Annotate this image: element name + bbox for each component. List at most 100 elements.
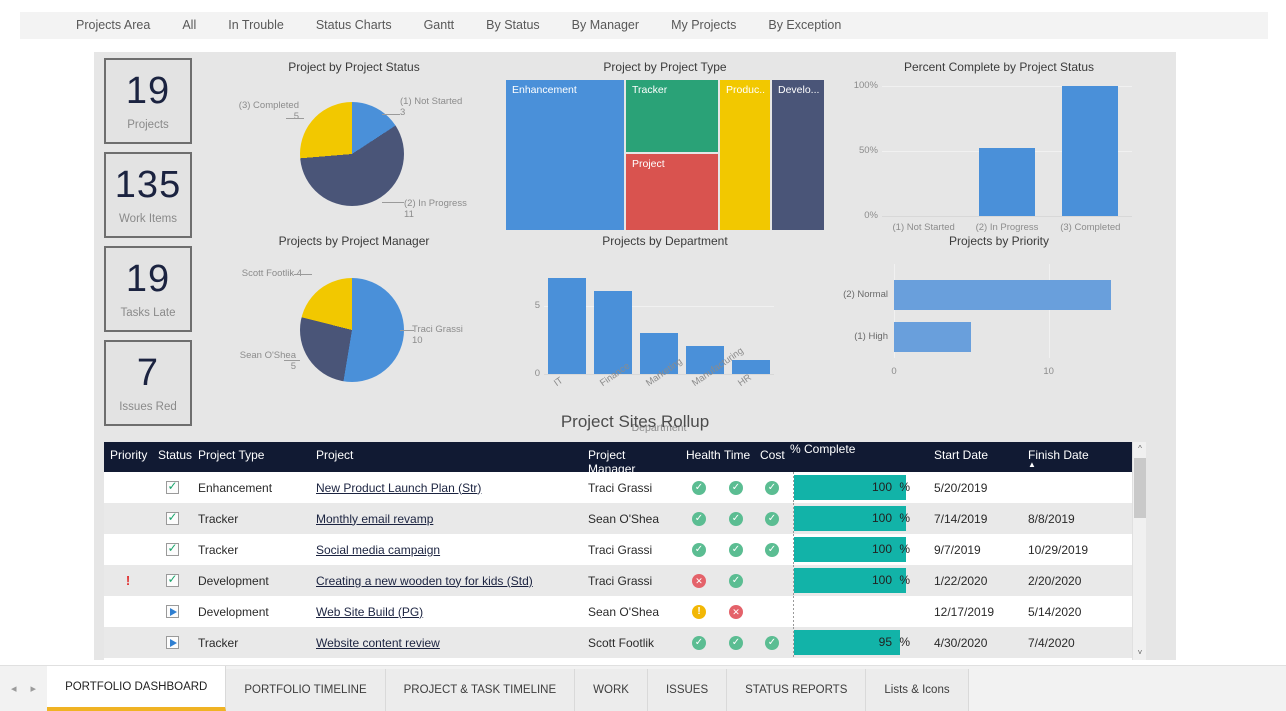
cell-project-manager: Scott Footlik xyxy=(582,627,680,658)
cell-status[interactable] xyxy=(152,503,192,534)
tab-work[interactable]: WORK xyxy=(575,669,648,711)
project-link[interactable]: Web Site Build (PG) xyxy=(316,605,423,619)
cell-cost xyxy=(754,503,790,534)
topnav-item-by-manager[interactable]: By Manager xyxy=(556,12,655,39)
tab-lists-icons[interactable]: Lists & Icons xyxy=(866,669,968,711)
y-axis-tick-label: 0 xyxy=(514,368,540,379)
table-header-finish-date[interactable]: Finish Date▲ xyxy=(1022,442,1116,462)
chart-projects-by-priority[interactable]: Projects by Priority 010(2) Normal(1) Hi… xyxy=(834,234,1164,406)
topnav-item-by-status[interactable]: By Status xyxy=(470,12,556,39)
bar[interactable] xyxy=(548,278,586,374)
percent-sign: % xyxy=(899,503,910,534)
pie-slices[interactable] xyxy=(300,278,404,382)
treemap-tile[interactable]: Tracker xyxy=(626,80,718,152)
table-row[interactable]: DevelopmentWeb Site Build (PG)Sean O'She… xyxy=(104,596,1146,627)
cell-percent-complete: 100% xyxy=(790,565,928,596)
treemap-tile[interactable]: Produc... xyxy=(720,80,770,230)
topnav-item-by-exception[interactable]: By Exception xyxy=(752,12,857,39)
table-row[interactable]: TrackerWebsite content reviewScott Footl… xyxy=(104,627,1146,658)
topnav-item-all[interactable]: All xyxy=(166,12,212,39)
scroll-up-icon[interactable]: ^ xyxy=(1133,442,1147,456)
cell-status[interactable] xyxy=(152,596,192,627)
cell-project: Social media campaign xyxy=(310,534,582,565)
kpi-card-work-items[interactable]: 135 Work Items xyxy=(104,152,192,238)
scrollbar-thumb[interactable] xyxy=(1134,458,1146,518)
table-header-project-type[interactable]: Project Type xyxy=(192,442,310,462)
percent-sign: % xyxy=(899,472,910,503)
table-header-project[interactable]: Project xyxy=(310,442,582,462)
cell-finish-date: 2/20/2020 xyxy=(1022,565,1116,596)
chart-percent-complete-by-project-status[interactable]: Percent Complete by Project Status 100%5… xyxy=(834,60,1164,232)
percent-sign: % xyxy=(899,534,910,565)
tab-portfolio-dashboard[interactable]: PORTFOLIO DASHBOARD xyxy=(47,666,226,711)
bar[interactable] xyxy=(1062,86,1118,216)
topnav-item-projects-area[interactable]: Projects Area xyxy=(60,12,166,39)
table-row[interactable]: !DevelopmentCreating a new wooden toy fo… xyxy=(104,565,1146,596)
project-link[interactable]: Monthly email revamp xyxy=(316,512,433,526)
pie-label: (1) Not Started3 xyxy=(400,96,462,118)
topnav-item-my-projects[interactable]: My Projects xyxy=(655,12,752,39)
cell-percent-complete: 95% xyxy=(790,627,928,658)
topnav-item-in-trouble[interactable]: In Trouble xyxy=(212,12,300,39)
table-header-row[interactable]: PriorityStatusProject TypeProjectProject… xyxy=(104,442,1146,472)
bar[interactable] xyxy=(979,148,1035,216)
cell-status[interactable] xyxy=(152,565,192,596)
tab-status-reports[interactable]: STATUS REPORTS xyxy=(727,669,866,711)
project-link[interactable]: Website content review xyxy=(316,636,440,650)
chart-projects-by-project-manager[interactable]: Projects by Project Manager Traci Grassi… xyxy=(204,234,504,406)
tab-scroll-controls[interactable]: ◂ ▸ xyxy=(0,666,47,711)
table-header-project-manager[interactable]: Project Manager xyxy=(582,442,680,476)
cell-project: New Product Launch Plan (Str) xyxy=(310,472,582,503)
cell-percent-complete: 100% xyxy=(790,503,928,534)
table-header-priority[interactable]: Priority xyxy=(104,442,152,462)
cost-green-icon xyxy=(765,481,779,495)
pie-leader-line xyxy=(382,202,404,203)
tab-prev-icon[interactable]: ◂ xyxy=(4,682,24,695)
table-row[interactable]: TrackerMonthly email revampSean O'Shea10… xyxy=(104,503,1146,534)
kpi-card-projects[interactable]: 19 Projects xyxy=(104,58,192,144)
topnav-item-gantt[interactable]: Gantt xyxy=(408,12,471,39)
scroll-down-icon[interactable]: ˅ xyxy=(1133,646,1147,660)
project-link[interactable]: New Product Launch Plan (Str) xyxy=(316,481,481,495)
table-header-cost[interactable]: Cost xyxy=(754,442,790,462)
kpi-card-tasks-late[interactable]: 19 Tasks Late xyxy=(104,246,192,332)
tab-portfolio-timeline[interactable]: PORTFOLIO TIMELINE xyxy=(226,669,385,711)
chart-projects-by-department[interactable]: Projects by Department 50ITFinanceMarket… xyxy=(500,234,830,406)
table-header-time[interactable]: Time xyxy=(718,442,754,462)
high-priority-icon: ! xyxy=(126,573,130,588)
table-header-health[interactable]: Health xyxy=(680,442,718,462)
table-header--complete[interactable]: % Complete xyxy=(790,442,928,456)
cell-status[interactable] xyxy=(152,472,192,503)
bar[interactable] xyxy=(894,322,971,352)
status-completed-icon xyxy=(166,481,179,494)
cell-project-manager: Traci Grassi xyxy=(582,565,680,596)
treemap-tile[interactable]: Develo... xyxy=(772,80,824,230)
project-link[interactable]: Social media campaign xyxy=(316,543,440,557)
cell-project: Monthly email revamp xyxy=(310,503,582,534)
chart-project-by-project-status[interactable]: Project by Project Status (1) Not Starte… xyxy=(204,60,504,232)
cell-status[interactable] xyxy=(152,534,192,565)
chart-title: Percent Complete by Project Status xyxy=(834,60,1164,74)
project-link[interactable]: Creating a new wooden toy for kids (Std) xyxy=(316,574,533,588)
cell-status[interactable] xyxy=(152,627,192,658)
cell-cost xyxy=(754,534,790,565)
health-green-icon xyxy=(692,512,706,526)
project-sites-rollup-table[interactable]: PriorityStatusProject TypeProjectProject… xyxy=(104,442,1146,660)
tab-project-task-timeline[interactable]: PROJECT & TASK TIMELINE xyxy=(386,669,576,711)
chart-project-by-project-type[interactable]: Project by Project Type EnhancementTrack… xyxy=(500,60,830,232)
pie-slices[interactable] xyxy=(300,102,404,206)
table-row[interactable]: TrackerSocial media campaignTraci Grassi… xyxy=(104,534,1146,565)
cell-time xyxy=(718,627,754,658)
topnav-item-status-charts[interactable]: Status Charts xyxy=(300,12,408,39)
table-header-status[interactable]: Status xyxy=(152,442,192,462)
treemap-tile[interactable]: Enhancement xyxy=(506,80,624,230)
treemap-tile[interactable]: Project xyxy=(626,154,718,230)
table-row[interactable]: EnhancementNew Product Launch Plan (Str)… xyxy=(104,472,1146,503)
table-vertical-scrollbar[interactable]: ^ ˅ xyxy=(1132,442,1146,660)
tab-issues[interactable]: ISSUES xyxy=(648,669,727,711)
table-header-start-date[interactable]: Start Date xyxy=(928,442,1022,462)
bar[interactable] xyxy=(894,280,1111,310)
bar[interactable] xyxy=(732,360,770,374)
cell-cost xyxy=(754,627,790,658)
tab-next-icon[interactable]: ▸ xyxy=(24,682,44,695)
